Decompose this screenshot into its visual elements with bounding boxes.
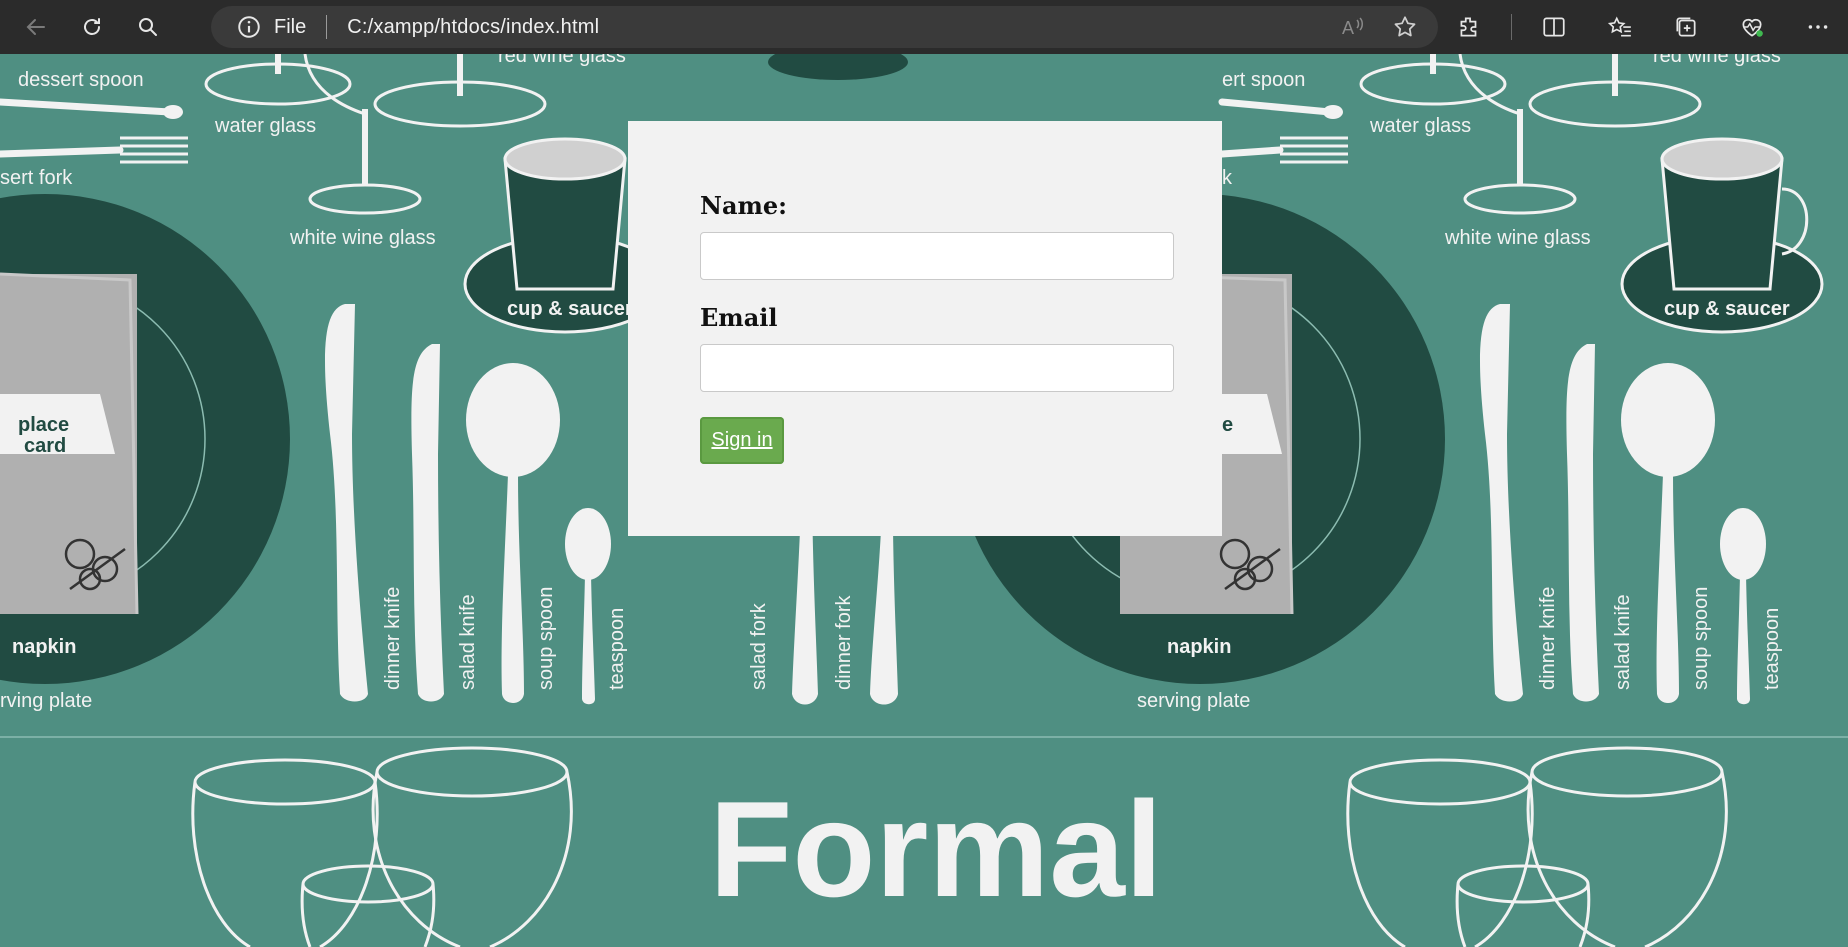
svg-text:A: A: [1342, 18, 1354, 38]
label-right-cup-saucer: cup & saucer: [1664, 298, 1790, 320]
signin-form: Name: Email Sign in: [628, 121, 1222, 536]
puzzle-icon: [1460, 17, 1477, 37]
toolbar-divider: [1511, 14, 1512, 40]
search-button[interactable]: [126, 5, 170, 49]
label-salad-fork: salad fork: [748, 602, 770, 690]
label-white-wine-glass: white wine glass: [289, 227, 436, 249]
label-right-dessert-spoon: ert spoon: [1222, 69, 1305, 91]
label-water-glass: water glass: [214, 115, 316, 137]
label-right-place-card: e: [1222, 414, 1233, 436]
label-dessert-spoon: dessert spoon: [18, 69, 144, 91]
page-viewport: dessert spoon sert fork water glass red …: [0, 54, 1848, 947]
label-right-teaspoon: teaspoon: [1761, 608, 1783, 690]
label-soup-spoon: soup spoon: [535, 587, 557, 690]
browser-essentials-button[interactable]: [1728, 5, 1776, 49]
label-teaspoon: teaspoon: [606, 608, 628, 690]
label-right-white-wine-glass: white wine glass: [1444, 227, 1591, 249]
info-icon[interactable]: [236, 14, 262, 40]
address-bar[interactable]: File C:/xampp/htdocs/index.html A: [211, 6, 1438, 48]
favorites-button[interactable]: [1596, 5, 1644, 49]
split-screen-button[interactable]: [1530, 5, 1578, 49]
email-input[interactable]: [700, 344, 1174, 392]
heart-pulse-icon: [1742, 18, 1763, 37]
label-right-serving-plate: serving plate: [1137, 690, 1250, 712]
label-right-napkin: napkin: [1167, 636, 1231, 658]
collections-icon: [1676, 17, 1696, 37]
label-napkin: napkin: [12, 636, 76, 658]
label-right-water-glass: water glass: [1369, 115, 1471, 137]
label-salad-knife: salad knife: [457, 594, 479, 690]
back-button[interactable]: [14, 5, 58, 49]
refresh-button[interactable]: [70, 5, 114, 49]
label-dessert-fork: sert fork: [0, 167, 73, 189]
label-red-wine-glass: red wine glass: [498, 54, 626, 67]
collections-button[interactable]: [1662, 5, 1710, 49]
label-place-card-line1: place: [18, 414, 69, 436]
label-right-fork: k: [1222, 167, 1233, 189]
refresh-icon: [84, 18, 100, 35]
label-right-soup-spoon: soup spoon: [1690, 587, 1712, 690]
url-scheme: File: [274, 15, 307, 38]
favorite-star-icon[interactable]: [1392, 14, 1418, 40]
label-right-dinner-knife: dinner knife: [1537, 587, 1559, 690]
label-dinner-fork: dinner fork: [833, 595, 855, 690]
more-menu-button[interactable]: [1794, 5, 1842, 49]
formal-title: Formal: [709, 773, 1162, 925]
url-text[interactable]: C:/xampp/htdocs/index.html: [347, 16, 599, 39]
label-cup-saucer: cup & saucer: [507, 298, 633, 320]
label-place-card-line2: card: [24, 435, 66, 457]
name-label: Name:: [700, 191, 788, 220]
back-arrow-icon: [26, 19, 45, 35]
read-aloud-icon[interactable]: A: [1340, 14, 1366, 40]
label-right-red-wine-glass: red wine glass: [1653, 54, 1781, 67]
favorites-list-icon: [1607, 16, 1631, 37]
email-label: Email: [700, 303, 778, 332]
label-serving-plate: rving plate: [0, 690, 92, 712]
address-divider: [326, 15, 328, 39]
more-dots-icon: [1808, 25, 1828, 29]
label-right-salad-knife: salad knife: [1612, 594, 1634, 690]
search-icon: [139, 18, 157, 36]
browser-toolbar: File C:/xampp/htdocs/index.html A: [0, 0, 1848, 54]
split-screen-icon: [1543, 17, 1565, 37]
extensions-button[interactable]: [1445, 5, 1493, 49]
label-dinner-knife: dinner knife: [382, 587, 404, 690]
signin-button[interactable]: Sign in: [700, 417, 784, 464]
name-input[interactable]: [700, 232, 1174, 280]
